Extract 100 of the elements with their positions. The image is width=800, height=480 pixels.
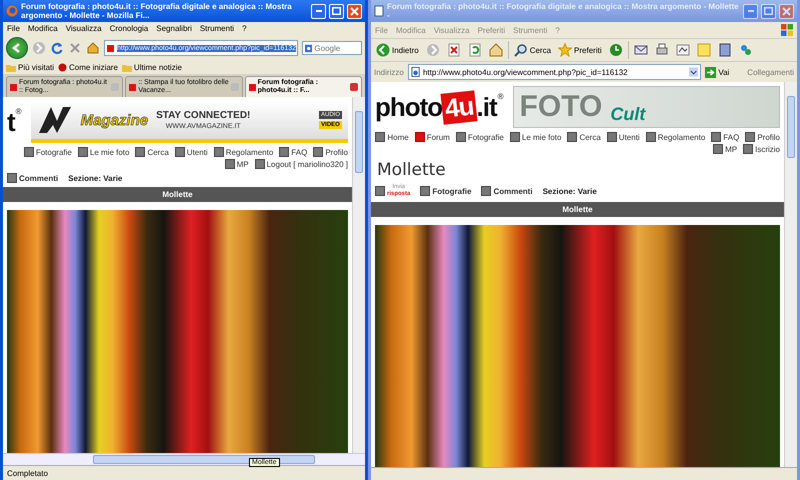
title-bar: Mollette [3,187,352,202]
refresh-icon [468,43,482,57]
menu-item[interactable]: Visualizza [66,24,102,33]
forward-icon [426,43,440,57]
square-icon [713,144,724,154]
site-logo[interactable]: t$^{®}$ [7,106,21,138]
address-field[interactable]: http://www.photo4u.org/viewcomment.php?pic_id=116132 [408,64,702,80]
nav-link[interactable]: Fotografie [420,186,472,196]
nav-link[interactable]: Utenti [174,147,208,157]
edit-button[interactable] [674,42,692,58]
nav-link[interactable]: Commenti [7,173,58,183]
title-bar: Mollette [371,202,784,217]
go-button[interactable]: Vai [705,66,730,78]
nav-link[interactable]: Utenti [606,132,640,142]
square-icon [481,186,492,196]
nav-link[interactable]: Commenti [481,186,533,196]
back-button[interactable]: Indietro [374,42,421,58]
mail-icon [634,43,648,57]
banner-text: Cult [610,104,646,124]
minimize-icon [748,10,754,12]
nav-link[interactable]: Forum [414,132,450,142]
square-icon [456,132,466,142]
arrow-right-icon [705,66,716,78]
nav-link[interactable]: Regolamento [214,147,274,157]
nav-link[interactable]: Iscrizio [743,144,780,154]
square-icon [214,147,224,157]
nav-link[interactable]: MP [713,144,738,154]
bookmark-link[interactable]: Come iniziare [58,63,118,72]
nav-link[interactable]: MP [224,159,249,169]
square-icon [711,132,722,142]
nav-link[interactable]: Fotografie [456,132,504,142]
site-favicon-icon [248,84,256,90]
search-button[interactable]: Cerca [512,42,554,58]
stop-icon [446,43,461,57]
forward-button[interactable] [32,41,46,55]
print-icon [654,43,669,57]
search-input[interactable]: Google [314,44,359,52]
nav-link[interactable]: Fotografie [24,147,72,157]
reload-button[interactable] [50,41,64,55]
edit-icon [676,43,690,57]
page-icon [410,67,420,77]
maximize-button[interactable] [329,4,344,18]
links-label: Collegamenti [747,68,794,76]
nav-link[interactable]: Cerca [135,147,169,157]
menu-item[interactable]: Cronologia [110,24,148,33]
favorites-button[interactable]: Preferiti [556,42,604,58]
menu-item[interactable]: ? [242,24,247,33]
tab-close-icon[interactable] [350,83,358,91]
forward-icon [32,41,46,55]
nav-link[interactable]: Profilo [313,147,348,157]
nav-link[interactable]: Le mie foto [510,132,562,142]
square-icon [224,159,235,169]
square-icon [279,147,290,157]
folder-icon [6,64,16,72]
square-icon [646,132,656,142]
square-icon [375,132,386,142]
banner-title: FOTO [520,91,602,123]
window-title: Forum fotografia : photo4u.it :: Fotografia digitale e analogica :: Mostra argomento - Mollette - [387,2,740,20]
menu-item[interactable]: Modifica [28,24,58,33]
maximize-button[interactable] [761,4,776,18]
nav-link[interactable]: Home [375,132,409,142]
brand-name: Magazine [80,112,148,128]
stop-button[interactable] [68,41,82,55]
minimize-button[interactable] [743,4,758,18]
nav-link[interactable]: Logout [ mariolino320 ] [254,159,348,169]
nav-link[interactable]: Cerca [567,132,601,142]
menu-item[interactable]: Strumenti [200,24,234,33]
square-icon [414,132,425,142]
horizontal-scrollbar[interactable] [3,453,365,465]
nav-link[interactable]: FAQ [711,132,740,142]
home-button[interactable] [86,41,100,55]
close-button[interactable] [779,4,794,18]
square-icon [510,132,520,142]
square-icon [606,132,617,142]
nav-link[interactable]: Le mie foto [78,147,130,157]
close-button[interactable] [347,4,362,18]
page-icon [374,5,384,17]
back-button[interactable] [6,37,28,59]
home-button[interactable] [486,42,505,58]
square-icon [313,147,324,157]
square-icon [78,147,88,157]
search-field[interactable]: Google [302,41,362,55]
square-icon [254,159,265,169]
nav-link[interactable]: Profilo [745,132,780,142]
nav-link[interactable]: Regolamento [646,132,706,142]
menu-item[interactable]: File [7,24,20,33]
bookmark-link[interactable]: Ultime notizie [122,63,182,72]
page-heading: Mollette [377,160,447,180]
square-icon [7,173,17,183]
banner-text: STAY CONNECTED! [156,110,250,121]
stop-icon [68,41,82,55]
vertical-scrollbar[interactable] [784,82,797,467]
minimize-button[interactable] [311,4,326,18]
maximize-icon [332,7,341,15]
menu-item[interactable]: Segnalibri [156,24,192,33]
vertical-scrollbar[interactable] [352,97,365,453]
nav-link[interactable]: FAQ [279,147,308,157]
site-logo[interactable]: photo 4u .it$^{®}$ [375,92,503,122]
bookmark-link[interactable]: Più visitati [6,63,54,72]
status-text: Completato [7,468,48,478]
